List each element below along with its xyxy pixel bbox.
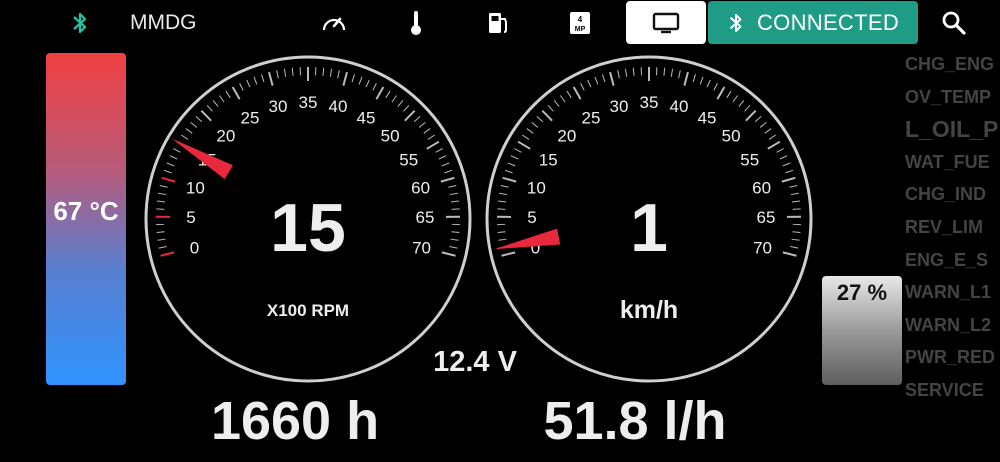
gauge-tick-label: 35 <box>640 93 659 112</box>
warning-indicator: PWR_RED <box>905 347 996 368</box>
connection-button[interactable]: CONNECTED <box>708 1 918 44</box>
gauge-tick-label: 65 <box>416 208 435 227</box>
speedometer-icon[interactable] <box>316 0 352 46</box>
svg-text:MP: MP <box>575 26 586 33</box>
gauge-tick-label: 25 <box>582 108 601 127</box>
gauge-tick-label: 25 <box>241 108 260 127</box>
svg-text:4: 4 <box>578 15 583 24</box>
warning-list: CHG_ENG OV_TEMP L_OIL_P WAT_FUE CHG_IND REV_L… <box>905 53 1000 412</box>
gauge-tick-label: 60 <box>411 178 430 197</box>
gauge-tick-label: 15 <box>539 150 558 169</box>
warning-indicator: WARN_L2 <box>905 314 992 335</box>
gauge-tick-label: 5 <box>527 208 536 227</box>
gauge-tick <box>497 208 506 210</box>
engine-hours: 1660 h <box>210 391 380 451</box>
gauge-tick-label: 35 <box>299 93 318 112</box>
rpm-gauge: 0510152025303540455055606570 15 X100 RPM <box>144 55 472 383</box>
gauge-tick <box>451 208 460 210</box>
rpm-value: 15 <box>270 190 346 266</box>
speed-unit-label: km/h <box>620 296 678 324</box>
connection-status-label: CONNECTED <box>756 9 900 35</box>
warning-indicator: WARN_L1 <box>905 282 992 303</box>
warning-indicator: OV_TEMP <box>905 86 992 107</box>
app-name: MMDG <box>130 11 197 34</box>
speed-value: 1 <box>630 190 668 266</box>
speed-gauge: 051015202530 35 40455055606570 1 km/h <box>485 55 813 383</box>
gauge-tick <box>497 231 506 233</box>
gauge-tick <box>156 208 165 210</box>
warning-indicator: WAT_FUE <box>905 151 990 172</box>
top-bar: MMDG 4 MP CONNECTED <box>0 0 1000 46</box>
coolant-temperature-bar: 67 °C <box>46 53 126 385</box>
gear-shift-icon[interactable]: 4 MP <box>562 0 598 46</box>
warning-indicator: SERVICE <box>905 379 984 400</box>
fuel-level-value: 27 % <box>836 280 888 305</box>
fuel-rate: 51.8 l/h <box>543 391 727 451</box>
warning-indicator: L_OIL_P <box>905 118 999 143</box>
display-button[interactable] <box>626 1 706 44</box>
gauge-tick-label: 50 <box>381 127 400 146</box>
warning-indicator: ENG_E_S <box>905 249 989 270</box>
warning-indicator: CHG_IND <box>905 184 987 205</box>
warning-indicator: CHG_ENG <box>905 54 995 74</box>
gauge-tick-label: 40 <box>670 97 689 116</box>
gauge-tick-label: 70 <box>753 238 772 257</box>
gauge-tick-label: 20 <box>557 127 576 146</box>
monitor-icon <box>652 12 680 33</box>
gauge-tick-label: 45 <box>357 108 376 127</box>
battery-voltage: 12.4 V <box>433 346 517 378</box>
gauge-tick <box>792 231 801 233</box>
gauge-tick-label: 5 <box>186 208 195 227</box>
gauge-tick-label: 20 <box>216 127 235 146</box>
gauge-tick-label: 45 <box>698 108 717 127</box>
gauge-tick-label: 0 <box>190 238 199 257</box>
warning-indicator: REV_LIM <box>905 216 984 237</box>
gauge-tick-label: 30 <box>269 97 288 116</box>
coolant-temperature-value: 67 °C <box>53 196 119 226</box>
bluetooth-icon <box>729 13 742 32</box>
gauge-tick-label: 55 <box>399 150 418 169</box>
gauge-tick-label: 65 <box>757 208 776 227</box>
rpm-unit-label: X100 RPM <box>267 301 349 320</box>
search-icon[interactable] <box>936 0 972 46</box>
gauge-tick-label: 10 <box>527 178 546 197</box>
fuel-pump-icon[interactable] <box>480 0 516 46</box>
gauge-tick-label: 50 <box>722 127 741 146</box>
gauge-tick-label: 10 <box>186 178 205 197</box>
gauge-tick <box>451 231 460 233</box>
gauge-tick <box>156 231 165 233</box>
thermometer-icon[interactable] <box>398 0 434 46</box>
gauge-tick <box>792 208 801 210</box>
gauge-tick-label: 60 <box>752 178 771 197</box>
bluetooth-icon[interactable] <box>62 0 98 46</box>
gauge-tick-label: 70 <box>412 238 431 257</box>
fuel-level-bar: 27 % <box>822 276 902 385</box>
gauge-tick-label: 55 <box>740 150 759 169</box>
gauge-tick-label: 40 <box>329 97 348 116</box>
gauge-tick-label: 30 <box>610 97 629 116</box>
